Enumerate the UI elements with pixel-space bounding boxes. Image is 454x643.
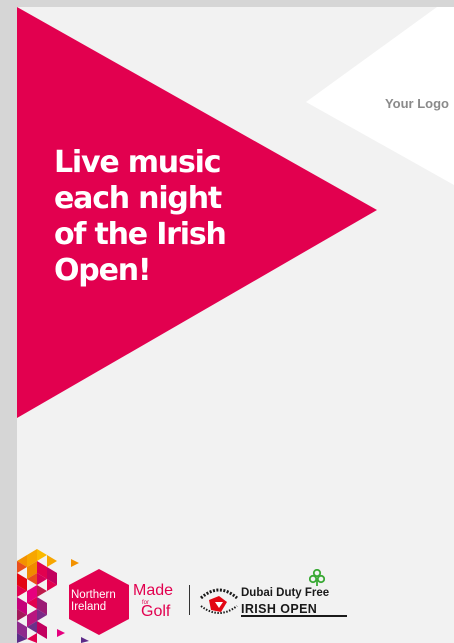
mfg-golf: Golf <box>141 603 171 620</box>
dubai-duty-free-seal-icon <box>200 588 238 614</box>
headline: Live music each night of the Irish Open! <box>54 145 227 288</box>
canvas-border-top <box>0 0 454 7</box>
northern-ireland-logo-text: Northern Ireland <box>71 589 116 613</box>
mfg-made: Made <box>133 582 174 599</box>
ddf-name: Dubai Duty Free <box>241 587 330 599</box>
ddf-underline <box>241 615 347 617</box>
shamrock-icon <box>309 569 325 586</box>
poster: Live music each night of the Irish Open!… <box>17 7 454 643</box>
ni-line-2: Ireland <box>71 601 107 613</box>
ni-line-1: Northern <box>71 589 116 601</box>
canvas-border-left <box>0 0 17 643</box>
ddf-event: IRISH OPEN <box>241 602 318 616</box>
logo-placeholder: Your Logo <box>384 96 449 111</box>
logo-divider <box>189 585 190 615</box>
sponsor-footer: Northern Ireland Made for Golf Dubai Dut… <box>17 547 454 643</box>
